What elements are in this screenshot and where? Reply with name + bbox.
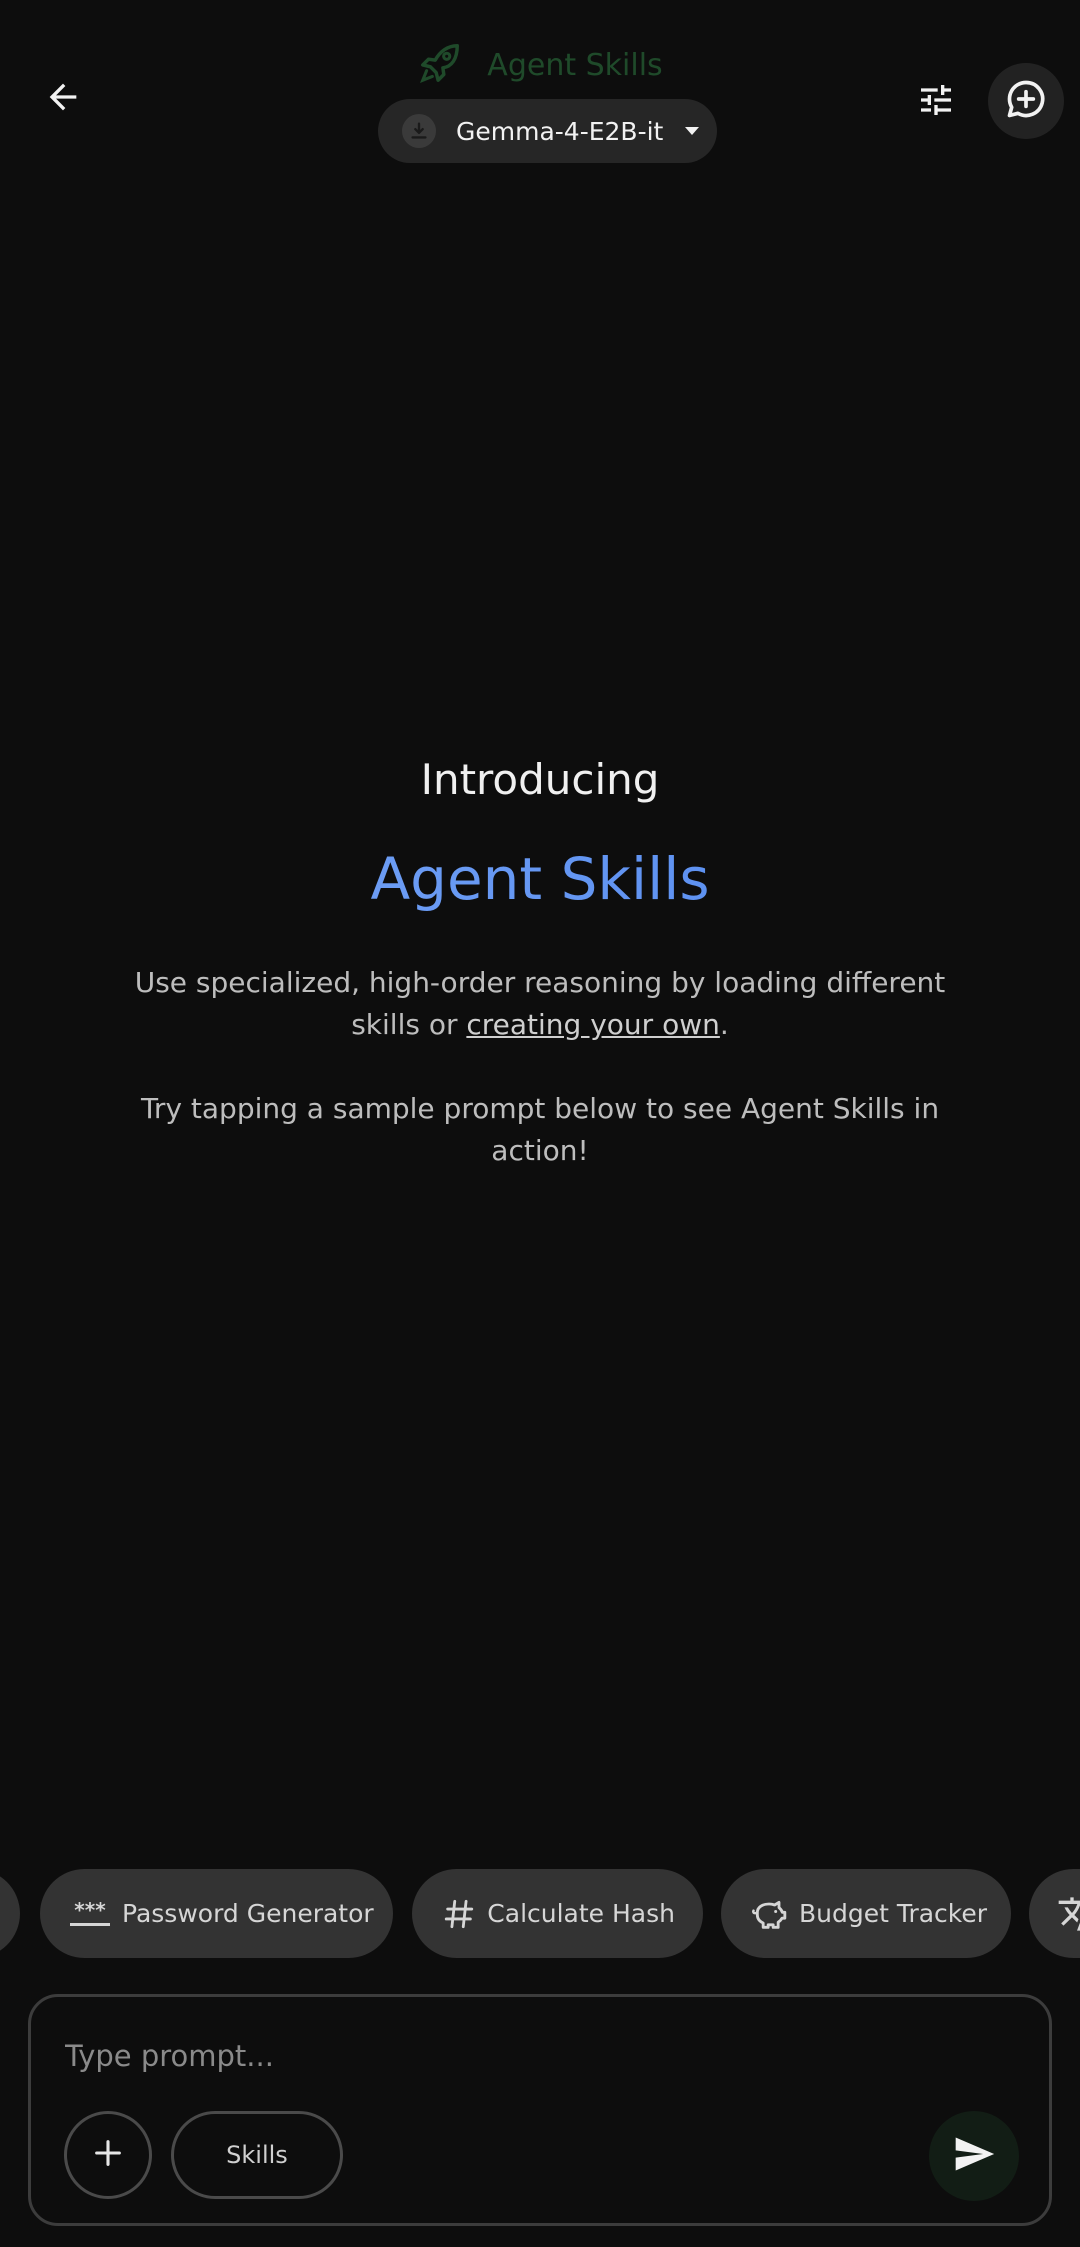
chip-label: Budget Tracker — [799, 1899, 988, 1928]
hash-icon — [440, 1892, 477, 1936]
svg-text:***: *** — [74, 1899, 106, 1922]
prompt-composer: Skills — [28, 1994, 1052, 2226]
model-name: Gemma-4-E2B-it — [456, 116, 664, 146]
skills-button[interactable]: Skills — [171, 2111, 343, 2199]
settings-button[interactable] — [900, 66, 972, 138]
add-attachment-button[interactable] — [64, 2111, 152, 2199]
intro-try-text: Try tapping a sample prompt below to see… — [140, 1092, 940, 1167]
download-icon — [402, 114, 436, 148]
sample-prompt-chip-partial-right[interactable] — [1029, 1869, 1080, 1958]
create-skill-link[interactable]: creating your own — [466, 1008, 720, 1041]
plus-icon — [91, 2136, 125, 2174]
app-title-text: Agent Skills — [487, 47, 663, 83]
rocket-icon — [417, 40, 463, 90]
tune-icon — [916, 80, 956, 124]
sample-prompt-chip-partial-left[interactable] — [0, 1869, 20, 1958]
agent-skills-screen: Agent Skills Gemma-4-E2B-it Introducing … — [0, 0, 1080, 2247]
model-selector[interactable]: Gemma-4-E2B-it — [378, 99, 717, 163]
translate-icon — [1055, 1892, 1080, 1936]
prompt-input[interactable] — [63, 2031, 967, 2081]
sample-prompt-chip-calculate-hash[interactable]: Calculate Hash — [412, 1869, 703, 1958]
send-icon — [952, 2132, 996, 2180]
chip-label: Calculate Hash — [487, 1899, 675, 1928]
send-button[interactable] — [929, 2111, 1019, 2201]
piggy-bank-icon — [749, 1892, 789, 1936]
sample-prompt-chip-password-generator[interactable]: *** Password Generator — [40, 1869, 393, 1958]
intro-description-end: . — [719, 1008, 729, 1041]
intro-title: Agent Skills — [0, 845, 1080, 913]
password-icon: *** — [68, 1892, 112, 1936]
chip-label: Password Generator — [122, 1899, 374, 1928]
sample-prompt-chip-budget-tracker[interactable]: Budget Tracker — [721, 1869, 1011, 1958]
caret-down-icon — [683, 125, 701, 137]
chat-add-icon — [1004, 77, 1048, 125]
intro-heading: Introducing — [420, 755, 660, 804]
new-chat-button[interactable] — [988, 63, 1064, 139]
intro-description: Use specialized, high-order reasoning by… — [100, 962, 980, 1046]
